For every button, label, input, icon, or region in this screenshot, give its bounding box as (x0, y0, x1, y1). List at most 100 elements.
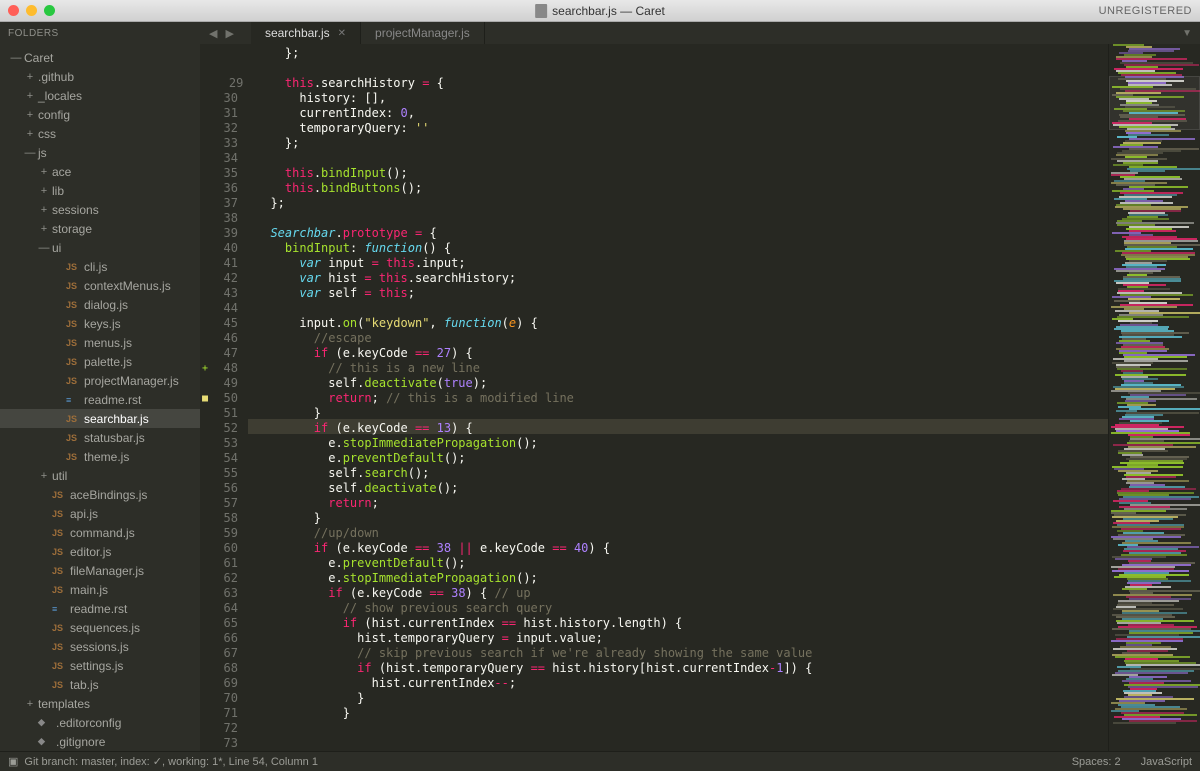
code-line[interactable]: return; (256, 496, 1108, 511)
code-line[interactable]: var hist = this.searchHistory; (256, 271, 1108, 286)
expand-icon[interactable]: + (24, 71, 36, 83)
code-line[interactable]: if (hist.temporaryQuery == hist.history[… (256, 661, 1108, 676)
code-line[interactable]: return; // this is a modified line (256, 391, 1108, 406)
code-line[interactable]: input.on("keydown", function(e) { (256, 316, 1108, 331)
code-line[interactable]: self.search(); (256, 466, 1108, 481)
code-line[interactable]: //escape (256, 331, 1108, 346)
code-line[interactable]: if (e.keyCode == 13) { (256, 421, 1108, 436)
folder-sessions[interactable]: +sessions (0, 200, 200, 219)
code-line[interactable]: }; (256, 136, 1108, 151)
code-line[interactable]: if (e.keyCode == 38 || e.keyCode == 40) … (256, 541, 1108, 556)
file-readme-rst[interactable]: ≡readme.rst (0, 390, 200, 409)
expand-icon[interactable]: + (38, 223, 50, 235)
code-line[interactable]: // show previous search query (256, 601, 1108, 616)
expand-icon[interactable]: + (24, 128, 36, 140)
file-sequences-js[interactable]: JSsequences.js (0, 618, 200, 637)
expand-icon[interactable]: + (38, 185, 50, 197)
code-line[interactable]: } (256, 706, 1108, 721)
file-theme-js[interactable]: JStheme.js (0, 447, 200, 466)
code-line[interactable]: var input = this.input; (256, 256, 1108, 271)
collapse-icon[interactable]: — (38, 242, 50, 254)
code-line[interactable]: currentIndex: 0, (256, 106, 1108, 121)
file-readme-rst[interactable]: ≡readme.rst (0, 599, 200, 618)
file-editor-js[interactable]: JSeditor.js (0, 542, 200, 561)
editor[interactable]: +■ 29 30 31 32 33 34 35 36 37 38 39 40 4… (200, 44, 1200, 751)
maximize-window-button[interactable] (44, 5, 55, 16)
status-git-cursor[interactable]: Git branch: master, index: ✓, working: 1… (24, 755, 318, 768)
code-line[interactable] (256, 211, 1108, 226)
file-cli-js[interactable]: JScli.js (0, 257, 200, 276)
expand-icon[interactable]: + (38, 166, 50, 178)
folder-js[interactable]: —js (0, 143, 200, 162)
code-line[interactable]: temporaryQuery: '' (256, 121, 1108, 136)
file-palette-js[interactable]: JSpalette.js (0, 352, 200, 371)
file-contextMenus-js[interactable]: JScontextMenus.js (0, 276, 200, 295)
folder-Caret[interactable]: —Caret (0, 48, 200, 67)
code-area[interactable]: }; this.searchHistory = { history: [], c… (248, 44, 1108, 751)
file-api-js[interactable]: JSapi.js (0, 504, 200, 523)
file--gitignore[interactable]: ◆.gitignore (0, 732, 200, 751)
code-line[interactable]: self.deactivate(true); (256, 376, 1108, 391)
folder--github[interactable]: +.github (0, 67, 200, 86)
folder-util[interactable]: +util (0, 466, 200, 485)
code-line[interactable]: } (256, 691, 1108, 706)
file-fileManager-js[interactable]: JSfileManager.js (0, 561, 200, 580)
code-line[interactable]: // this is a new line (256, 361, 1108, 376)
code-line[interactable]: this.bindButtons(); (256, 181, 1108, 196)
file-tab-js[interactable]: JStab.js (0, 675, 200, 694)
tab-searchbar-js[interactable]: searchbar.js✕ (251, 22, 361, 44)
file-command-js[interactable]: JScommand.js (0, 523, 200, 542)
folder-css[interactable]: +css (0, 124, 200, 143)
code-line[interactable]: if (e.keyCode == 27) { (256, 346, 1108, 361)
status-panel-icon[interactable]: ▣ (8, 755, 18, 768)
nav-forward-button[interactable]: ▶ (222, 27, 236, 40)
folder-lib[interactable]: +lib (0, 181, 200, 200)
code-line[interactable]: this.bindInput(); (256, 166, 1108, 181)
code-line[interactable]: Searchbar.prototype = { (256, 226, 1108, 241)
status-indent[interactable]: Spaces: 2 (1072, 756, 1121, 768)
code-line[interactable]: bindInput: function() { (256, 241, 1108, 256)
file--editorconfig[interactable]: ◆.editorconfig (0, 713, 200, 732)
code-line[interactable]: //up/down (256, 526, 1108, 541)
code-line[interactable]: self.deactivate(); (256, 481, 1108, 496)
minimize-window-button[interactable] (26, 5, 37, 16)
folder-config[interactable]: +config (0, 105, 200, 124)
file-statusbar-js[interactable]: JSstatusbar.js (0, 428, 200, 447)
code-line[interactable]: // skip previous search if we're already… (256, 646, 1108, 661)
close-window-button[interactable] (8, 5, 19, 16)
code-line[interactable]: history: [], (256, 91, 1108, 106)
code-line[interactable] (256, 61, 1108, 76)
code-line[interactable] (256, 301, 1108, 316)
expand-icon[interactable]: + (24, 90, 36, 102)
folder-storage[interactable]: +storage (0, 219, 200, 238)
sidebar[interactable]: —Caret+.github+_locales+config+css—js+ac… (0, 44, 200, 751)
code-line[interactable]: e.stopImmediatePropagation(); (256, 436, 1108, 451)
code-line[interactable]: }; (256, 196, 1108, 211)
nav-back-button[interactable]: ◀ (206, 27, 220, 40)
file-searchbar-js[interactable]: JSsearchbar.js (0, 409, 200, 428)
code-line[interactable]: if (hist.currentIndex == hist.history.le… (256, 616, 1108, 631)
expand-icon[interactable]: + (24, 109, 36, 121)
file-settings-js[interactable]: JSsettings.js (0, 656, 200, 675)
code-line[interactable]: } (256, 511, 1108, 526)
code-line[interactable]: hist.temporaryQuery = input.value; (256, 631, 1108, 646)
file-dialog-js[interactable]: JSdialog.js (0, 295, 200, 314)
tab-projectManager-js[interactable]: projectManager.js (361, 22, 485, 44)
file-keys-js[interactable]: JSkeys.js (0, 314, 200, 333)
collapse-icon[interactable]: — (24, 147, 36, 159)
folder-ace[interactable]: +ace (0, 162, 200, 181)
code-line[interactable]: e.stopImmediatePropagation(); (256, 571, 1108, 586)
file-main-js[interactable]: JSmain.js (0, 580, 200, 599)
file-aceBindings-js[interactable]: JSaceBindings.js (0, 485, 200, 504)
code-line[interactable]: hist.currentIndex--; (256, 676, 1108, 691)
tab-close-icon[interactable]: ✕ (338, 28, 346, 39)
file-sessions-js[interactable]: JSsessions.js (0, 637, 200, 656)
folder-_locales[interactable]: +_locales (0, 86, 200, 105)
file-menus-js[interactable]: JSmenus.js (0, 333, 200, 352)
folder-templates[interactable]: +templates (0, 694, 200, 713)
minimap[interactable] (1108, 44, 1200, 751)
code-line[interactable]: this.searchHistory = { (256, 76, 1108, 91)
status-language[interactable]: JavaScript (1141, 756, 1192, 768)
code-line[interactable]: var self = this; (256, 286, 1108, 301)
code-line[interactable]: e.preventDefault(); (256, 451, 1108, 466)
